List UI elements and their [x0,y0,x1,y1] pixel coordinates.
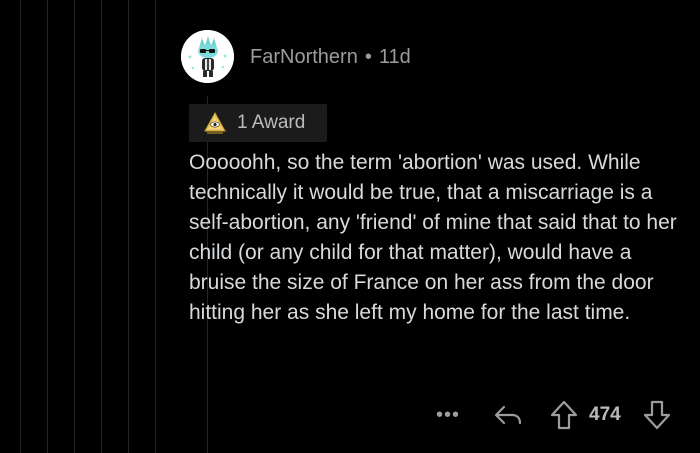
thread-indent-line [47,0,48,453]
avatar[interactable] [181,30,234,83]
award-icon [204,111,226,134]
downvote-arrow-icon[interactable] [641,398,673,432]
thread-indent-line [101,0,102,453]
award-badge[interactable]: 1 Award [189,104,327,142]
snoo-avatar-icon [181,30,234,83]
thread-indent-line [128,0,129,453]
reply-icon[interactable] [490,400,526,430]
comment-meta: FarNorthern • 11d [250,43,411,71]
award-label: 1 Award [237,112,306,133]
vote-count: 474 [589,404,621,425]
more-options-button[interactable]: ••• [433,400,463,430]
thread-indent-line [155,0,156,453]
more-options-icon: ••• [435,403,460,426]
upvote-arrow-icon[interactable] [548,398,580,432]
meta-separator: • [364,45,372,68]
thread-indent-line [74,0,75,453]
thread-indent-line [20,0,21,453]
comment-age: 11d [378,45,411,68]
comment-body: Ooooohh, so the term 'abortion' was used… [189,151,677,324]
author-name[interactable]: FarNorthern [250,46,358,69]
